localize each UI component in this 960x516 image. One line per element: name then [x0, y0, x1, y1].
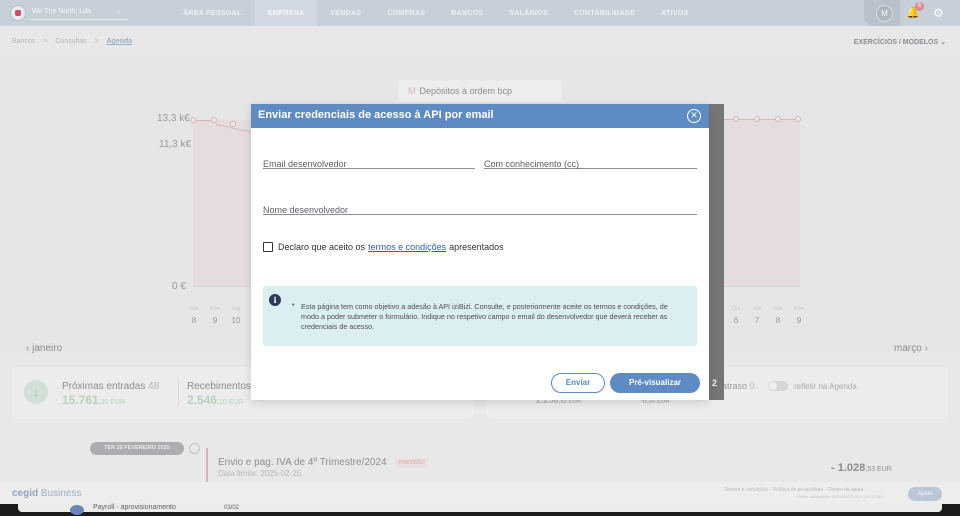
- tab-compras[interactable]: COMPRAS: [374, 0, 438, 26]
- terms-text-before: Declaro que aceito os: [278, 242, 366, 252]
- terms-link[interactable]: termos e condições: [368, 242, 446, 252]
- payroll-icon: [70, 505, 84, 515]
- payroll-date: 03/02: [224, 505, 240, 511]
- gear-icon[interactable]: ⚙: [933, 6, 944, 20]
- api-credentials-dialog: Enviar credenciais de acesso à API por e…: [251, 104, 709, 400]
- payroll-title[interactable]: Payroll - aprovisionamento: [93, 504, 176, 511]
- stacked-modal-step: 2: [712, 378, 718, 388]
- tab-salarios[interactable]: SALÁRIOS: [496, 0, 561, 26]
- name-field-wrapper: [263, 200, 697, 217]
- notification-badge: 6: [915, 2, 924, 11]
- tab-contabilidade[interactable]: CONTABILIDADE: [561, 0, 648, 26]
- send-button[interactable]: Enviar: [551, 373, 605, 393]
- terms-text-after: apresentados: [449, 242, 504, 252]
- info-box: i • Esta página tem como objetivo a ades…: [263, 286, 697, 346]
- dialog-title: Enviar credenciais de acesso à API por e…: [258, 109, 494, 121]
- tab-ativos[interactable]: ATIVOS: [648, 0, 701, 26]
- cc-field[interactable]: [484, 157, 697, 171]
- email-field-wrapper: [263, 154, 475, 171]
- stacked-modal-edge: [708, 104, 724, 400]
- email-field[interactable]: [263, 157, 475, 171]
- name-field[interactable]: [263, 203, 697, 217]
- terms-row: Declaro que aceito os termos e condições…: [263, 242, 504, 252]
- company-selector[interactable]: We The North, Lda: [32, 8, 91, 15]
- tab-empresa[interactable]: EMPRESA: [254, 0, 318, 26]
- info-text: Esta página tem como objetivo a adesão à…: [301, 302, 668, 331]
- top-navigation: We The North, Lda ⌄ ÁREA PESSOAL EMPRESA…: [0, 0, 960, 26]
- cc-field-wrapper: [484, 154, 697, 171]
- bullet-icon: •: [292, 302, 295, 309]
- company-logo-icon[interactable]: [10, 5, 26, 21]
- close-icon[interactable]: ✕: [687, 109, 701, 123]
- tab-vendas[interactable]: VENDAS: [317, 0, 374, 26]
- dialog-header: Enviar credenciais de acesso à API por e…: [251, 104, 709, 128]
- avatar[interactable]: M: [876, 5, 893, 22]
- company-underline: [30, 19, 128, 20]
- terms-checkbox[interactable]: [263, 242, 273, 252]
- tab-area-pessoal[interactable]: ÁREA PESSOAL: [170, 0, 255, 26]
- info-icon: i: [269, 294, 281, 306]
- main-tabs: ÁREA PESSOAL EMPRESA VENDAS COMPRAS BANC…: [170, 0, 702, 26]
- chevron-down-icon[interactable]: ⌄: [116, 7, 122, 15]
- tab-bancos[interactable]: BANCOS: [438, 0, 496, 26]
- preview-button[interactable]: Pré-visualizar: [610, 373, 700, 393]
